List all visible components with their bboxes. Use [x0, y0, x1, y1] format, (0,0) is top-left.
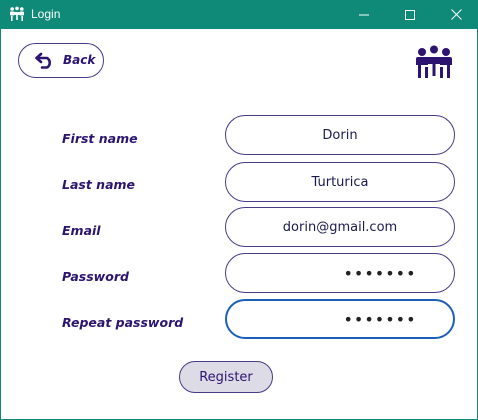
repeat-password-field[interactable]: •••••••	[225, 299, 455, 339]
last-name-value: Turturica	[311, 174, 369, 190]
undo-arrow-icon	[35, 52, 52, 69]
repeat-password-value: •••••••	[343, 309, 417, 329]
minimize-icon	[359, 14, 369, 15]
first-name-value: Dorin	[322, 127, 358, 143]
first-name-label: First name	[62, 131, 138, 146]
email-field[interactable]: dorin@gmail.com	[225, 207, 455, 247]
maximize-icon	[405, 9, 415, 20]
login-window: Login Back First name Dorin Last name Tu…	[0, 0, 478, 420]
back-button[interactable]: Back	[18, 43, 104, 78]
password-field[interactable]: •••••••	[225, 253, 455, 293]
window-title: Login	[31, 7, 61, 21]
email-label: Email	[62, 223, 101, 238]
app-icon	[10, 6, 24, 21]
register-button[interactable]: Register	[179, 361, 273, 393]
last-name-label: Last name	[62, 177, 136, 192]
team-meeting-icon	[416, 45, 452, 78]
back-label: Back	[63, 53, 96, 67]
register-label: Register	[199, 369, 253, 385]
first-name-field[interactable]: Dorin	[225, 115, 455, 155]
repeat-password-label: Repeat password	[62, 315, 184, 330]
minimize-button[interactable]	[341, 0, 387, 29]
close-button[interactable]	[433, 0, 478, 29]
close-icon	[450, 9, 462, 20]
maximize-button[interactable]	[387, 0, 433, 29]
password-value: •••••••	[343, 263, 417, 283]
password-label: Password	[62, 269, 129, 284]
last-name-field[interactable]: Turturica	[225, 162, 455, 202]
title-bar[interactable]: Login	[1, 0, 478, 29]
email-value: dorin@gmail.com	[282, 219, 398, 235]
